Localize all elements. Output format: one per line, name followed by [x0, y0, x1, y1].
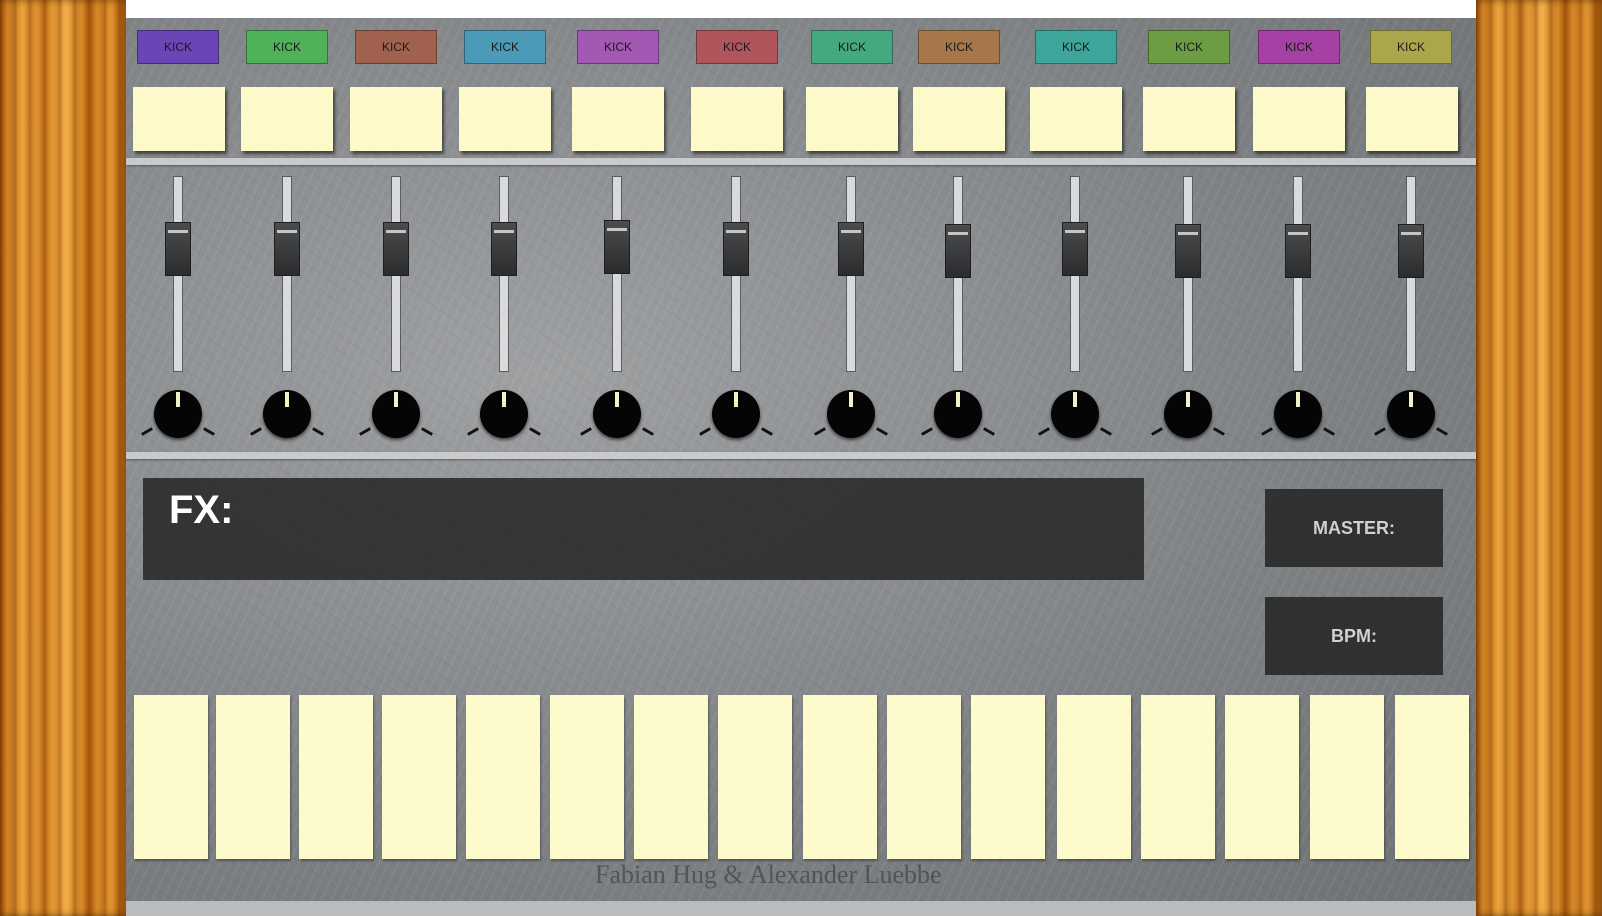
knob-10[interactable]	[1164, 390, 1212, 438]
knob-indicator	[615, 392, 619, 407]
step-button-4[interactable]	[382, 695, 456, 859]
master-label: MASTER:	[1313, 517, 1395, 538]
track-pad-5[interactable]	[572, 87, 664, 151]
step-button-3[interactable]	[299, 695, 373, 859]
fader-handle-9[interactable]	[1062, 222, 1088, 276]
track-pad-7[interactable]	[806, 87, 898, 151]
track-label-12[interactable]: KICK	[1370, 30, 1452, 64]
track-pad-9[interactable]	[1030, 87, 1122, 151]
knob-2[interactable]	[263, 390, 311, 438]
fader-handle-11[interactable]	[1285, 224, 1311, 278]
knob-indicator	[285, 392, 289, 407]
knob-indicator	[1073, 392, 1077, 407]
knob-indicator	[1409, 392, 1413, 407]
step-button-9[interactable]	[803, 695, 877, 859]
step-button-14[interactable]	[1225, 695, 1299, 859]
top-edge	[126, 0, 1476, 18]
track-label-11[interactable]: KICK	[1258, 30, 1340, 64]
track-label-1[interactable]: KICK	[137, 30, 219, 64]
step-button-1[interactable]	[134, 695, 208, 859]
knob-12[interactable]	[1387, 390, 1435, 438]
fx-panel: FX:	[143, 478, 1144, 580]
bpm-button[interactable]: BPM:	[1265, 597, 1443, 675]
track-pad-11[interactable]	[1253, 87, 1345, 151]
step-button-10[interactable]	[887, 695, 961, 859]
knob-4[interactable]	[480, 390, 528, 438]
track-label-4[interactable]: KICK	[464, 30, 546, 64]
track-pad-1[interactable]	[133, 87, 225, 151]
fader-track-5[interactable]	[612, 176, 622, 372]
knob-indicator	[849, 392, 853, 407]
wood-side-right	[1476, 0, 1602, 916]
track-pad-12[interactable]	[1366, 87, 1458, 151]
knob-8[interactable]	[934, 390, 982, 438]
master-button[interactable]: MASTER:	[1265, 489, 1443, 567]
knob-indicator	[176, 392, 180, 407]
step-button-6[interactable]	[550, 695, 624, 859]
fader-handle-10[interactable]	[1175, 224, 1201, 278]
step-button-2[interactable]	[216, 695, 290, 859]
knob-1[interactable]	[154, 390, 202, 438]
track-pad-3[interactable]	[350, 87, 442, 151]
knob-7[interactable]	[827, 390, 875, 438]
fx-label: FX:	[169, 488, 234, 532]
knob-indicator	[502, 392, 506, 407]
step-button-16[interactable]	[1395, 695, 1469, 859]
fader-handle-12[interactable]	[1398, 224, 1424, 278]
step-button-12[interactable]	[1057, 695, 1131, 859]
fader-handle-4[interactable]	[491, 222, 517, 276]
fader-handle-5[interactable]	[604, 220, 630, 274]
track-pad-10[interactable]	[1143, 87, 1235, 151]
credits-text: Fabian Hug & Alexander Luebbe	[595, 860, 942, 889]
wood-side-left	[0, 0, 126, 916]
knob-indicator	[956, 392, 960, 407]
knob-5[interactable]	[593, 390, 641, 438]
track-pad-8[interactable]	[913, 87, 1005, 151]
track-pad-4[interactable]	[459, 87, 551, 151]
step-button-11[interactable]	[971, 695, 1045, 859]
track-pad-2[interactable]	[241, 87, 333, 151]
track-label-8[interactable]: KICK	[918, 30, 1000, 64]
track-label-9[interactable]: KICK	[1035, 30, 1117, 64]
bottom-bar	[126, 901, 1476, 916]
track-label-5[interactable]: KICK	[577, 30, 659, 64]
fader-handle-1[interactable]	[165, 222, 191, 276]
step-button-5[interactable]	[466, 695, 540, 859]
fader-handle-6[interactable]	[723, 222, 749, 276]
step-button-8[interactable]	[718, 695, 792, 859]
fader-handle-3[interactable]	[383, 222, 409, 276]
step-button-7[interactable]	[634, 695, 708, 859]
track-pad-6[interactable]	[691, 87, 783, 151]
knob-6[interactable]	[712, 390, 760, 438]
track-label-10[interactable]: KICK	[1148, 30, 1230, 64]
fader-handle-8[interactable]	[945, 224, 971, 278]
track-label-3[interactable]: KICK	[355, 30, 437, 64]
step-button-15[interactable]	[1310, 695, 1384, 859]
fader-handle-2[interactable]	[274, 222, 300, 276]
track-label-6[interactable]: KICK	[696, 30, 778, 64]
divider-top	[126, 158, 1476, 165]
knob-3[interactable]	[372, 390, 420, 438]
knob-indicator	[734, 392, 738, 407]
bpm-label: BPM:	[1331, 625, 1377, 646]
knob-9[interactable]	[1051, 390, 1099, 438]
step-button-13[interactable]	[1141, 695, 1215, 859]
track-label-2[interactable]: KICK	[246, 30, 328, 64]
divider-middle	[126, 452, 1476, 459]
knob-indicator	[1296, 392, 1300, 407]
knob-indicator	[394, 392, 398, 407]
knob-indicator	[1186, 392, 1190, 407]
fader-handle-7[interactable]	[838, 222, 864, 276]
track-label-7[interactable]: KICK	[811, 30, 893, 64]
knob-11[interactable]	[1274, 390, 1322, 438]
